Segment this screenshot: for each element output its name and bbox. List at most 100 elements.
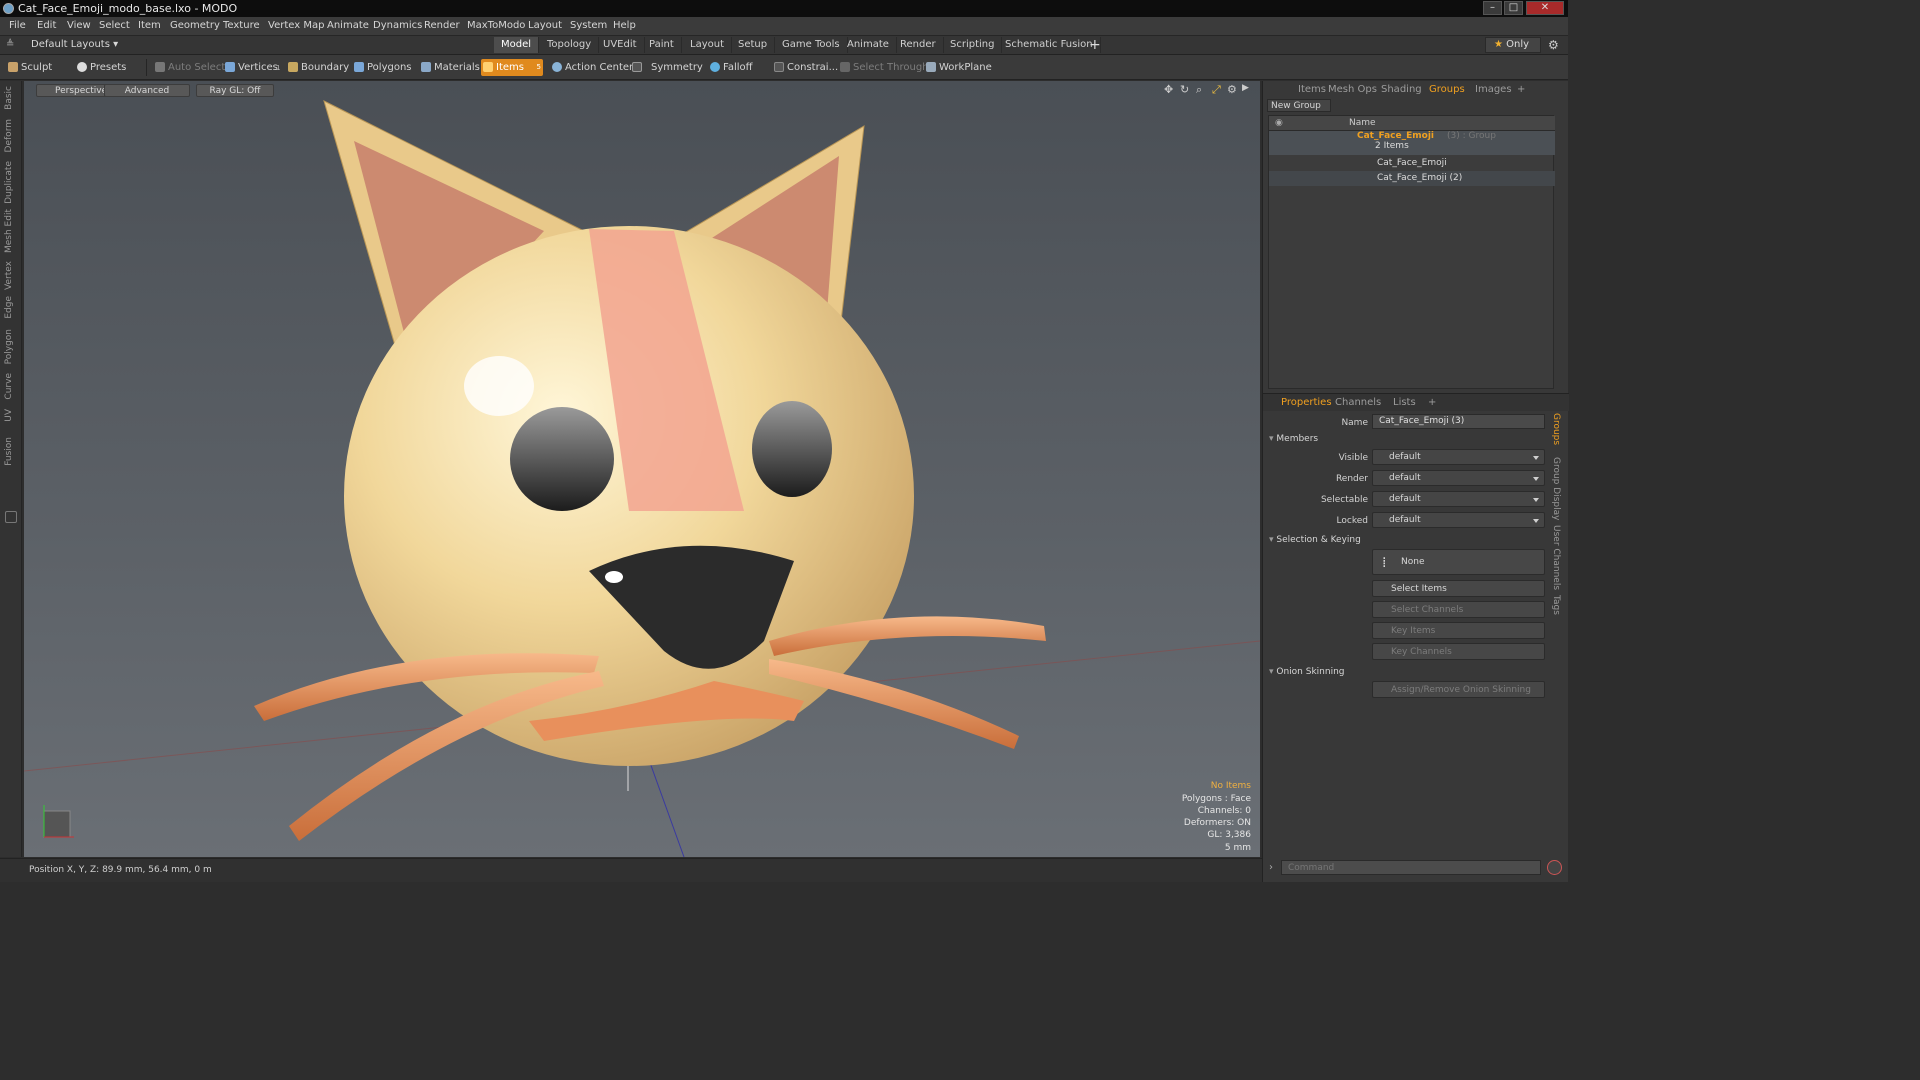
layout-pin-icon[interactable]: ≜ xyxy=(6,39,14,50)
select-items-button[interactable]: Select Items xyxy=(1372,580,1545,597)
tab-schematic-fusion[interactable]: Schematic Fusion xyxy=(998,37,1101,53)
auto-select-button[interactable]: Auto Select xyxy=(153,59,225,76)
add-layout-icon[interactable]: + xyxy=(1089,37,1101,53)
menu-animate[interactable]: Animate xyxy=(327,20,369,31)
tab-shading[interactable]: Shading xyxy=(1381,83,1422,97)
locked-dropdown[interactable]: default xyxy=(1372,512,1545,528)
tab-uvedit[interactable]: UVEdit xyxy=(596,37,645,53)
tab-groups[interactable]: Groups xyxy=(1429,83,1465,97)
move-view-icon[interactable]: ✥ xyxy=(1164,83,1173,96)
tab-paint[interactable]: Paint xyxy=(642,37,682,53)
add-tab-button[interactable]: + xyxy=(1517,83,1525,97)
tab-deform[interactable]: Deform xyxy=(4,119,14,152)
only-toggle[interactable]: ★ Only xyxy=(1485,37,1541,53)
items-mode-button[interactable]: Items 5 xyxy=(481,59,543,76)
menu-dynamics[interactable]: Dynamics xyxy=(373,20,422,31)
minimize-button[interactable]: – xyxy=(1483,1,1502,15)
tab-basic[interactable]: Basic xyxy=(4,86,14,110)
materials-mode-button[interactable]: Materials xyxy=(419,59,480,76)
key-channels-button[interactable]: Key Channels xyxy=(1372,643,1545,660)
add-props-tab-button[interactable]: + xyxy=(1428,396,1436,410)
gear-icon[interactable]: ⚙ xyxy=(1548,38,1559,52)
assign-onion-skinning-button[interactable]: Assign/Remove Onion Skinning xyxy=(1372,681,1545,698)
ray-gl-button[interactable]: Ray GL: Off xyxy=(196,84,274,97)
close-button[interactable]: ✕ xyxy=(1526,1,1564,15)
tab-setup[interactable]: Setup xyxy=(731,37,776,53)
default-layouts-dropdown[interactable]: Default Layouts ▾ xyxy=(31,39,118,50)
3d-viewport[interactable]: Perspective Advanced Ray GL: Off ✥ ↻ ⌕ ⤢… xyxy=(24,81,1260,857)
presets-button[interactable]: Presets xyxy=(75,59,126,76)
collapse-toolbar-button[interactable] xyxy=(5,511,17,523)
key-items-button[interactable]: Key Items xyxy=(1372,622,1545,639)
selection-keying-section[interactable]: Selection & Keying xyxy=(1269,535,1360,545)
constrain-button[interactable]: Constrai... xyxy=(772,59,838,76)
maximize-button[interactable]: □ xyxy=(1504,1,1523,15)
tab-mesh-edit[interactable]: Mesh Edit xyxy=(4,209,14,253)
symmetry-button[interactable]: Symmetry xyxy=(630,59,703,76)
name-field[interactable]: Cat_Face_Emoji (3) xyxy=(1372,414,1545,429)
render-dropdown[interactable]: default xyxy=(1372,470,1545,486)
boundary-mode-button[interactable]: Boundary xyxy=(286,59,349,76)
tab-properties[interactable]: Properties xyxy=(1281,396,1332,410)
tab-layout[interactable]: Layout xyxy=(683,37,732,53)
list-item[interactable]: Cat_Face_Emoji xyxy=(1269,156,1555,171)
tab-images[interactable]: Images xyxy=(1475,83,1512,97)
tab-duplicate[interactable]: Duplicate xyxy=(4,161,14,204)
tab-mesh-ops[interactable]: Mesh Ops xyxy=(1328,83,1377,97)
select-through-button[interactable]: Select Through xyxy=(838,59,929,76)
menu-edit[interactable]: Edit xyxy=(37,20,56,31)
group-row[interactable]: Cat_Face_Emoji (3) : Group 2 Items xyxy=(1269,131,1555,155)
menu-vertex-map[interactable]: Vertex Map xyxy=(268,20,324,31)
none-button[interactable]: ⁞ None xyxy=(1372,549,1545,575)
tab-edge[interactable]: Edge xyxy=(4,296,14,319)
tab-vertex[interactable]: Vertex xyxy=(4,261,14,290)
new-group-button[interactable]: New Group xyxy=(1267,99,1331,112)
visible-dropdown[interactable]: default xyxy=(1372,449,1545,465)
onion-skinning-section[interactable]: Onion Skinning xyxy=(1269,667,1344,677)
workplane-button[interactable]: WorkPlane xyxy=(924,59,992,76)
tab-curve[interactable]: Curve xyxy=(4,373,14,400)
tab-animate[interactable]: Animate xyxy=(840,37,897,53)
polygons-mode-button[interactable]: Polygons xyxy=(352,59,412,76)
viewport-settings-icon[interactable]: ⚙ xyxy=(1227,83,1237,96)
fit-view-icon[interactable]: ⤢ xyxy=(1212,83,1221,97)
menu-maxtomodo[interactable]: MaxToModo xyxy=(467,20,525,31)
members-section[interactable]: Members xyxy=(1269,434,1318,444)
tab-fusion[interactable]: Fusion xyxy=(4,437,14,466)
vertices-mode-button[interactable]: Vertices xyxy=(223,59,278,76)
tab-lists[interactable]: Lists xyxy=(1393,396,1416,410)
menu-layout[interactable]: Layout xyxy=(528,20,562,31)
tab-scripting[interactable]: Scripting xyxy=(943,37,1003,53)
menu-view[interactable]: View xyxy=(67,20,91,31)
menu-texture[interactable]: Texture xyxy=(223,20,260,31)
command-input[interactable] xyxy=(1281,860,1541,875)
command-history-button[interactable] xyxy=(1547,860,1562,875)
viewport-expand-icon[interactable]: ▶ xyxy=(1242,83,1249,93)
menu-render[interactable]: Render xyxy=(424,20,460,31)
shading-advanced-button[interactable]: Advanced xyxy=(104,84,190,97)
falloff-button[interactable]: Falloff xyxy=(708,59,753,76)
menu-geometry[interactable]: Geometry xyxy=(170,20,220,31)
side-tab-user-channels[interactable]: User Channels xyxy=(1551,525,1561,590)
tab-polygon[interactable]: Polygon xyxy=(4,329,14,364)
tab-topology[interactable]: Topology xyxy=(540,37,600,53)
tab-channels[interactable]: Channels xyxy=(1335,396,1381,410)
zoom-view-icon[interactable]: ⌕ xyxy=(1196,83,1202,97)
side-tab-group-display[interactable]: Group Display xyxy=(1551,457,1561,520)
sculpt-button[interactable]: Sculpt xyxy=(6,59,52,76)
tab-game-tools[interactable]: Game Tools xyxy=(775,37,848,53)
side-tab-tags[interactable]: Tags xyxy=(1551,595,1561,615)
tab-model[interactable]: Model xyxy=(494,37,540,53)
menu-file[interactable]: File xyxy=(9,20,26,31)
tab-items[interactable]: Items xyxy=(1298,83,1326,97)
menu-help[interactable]: Help xyxy=(613,20,636,31)
list-item[interactable]: Cat_Face_Emoji (2) xyxy=(1269,171,1555,186)
menu-select[interactable]: Select xyxy=(99,20,130,31)
rotate-view-icon[interactable]: ↻ xyxy=(1180,83,1189,96)
side-tab-groups[interactable]: Groups xyxy=(1551,413,1561,445)
menu-system[interactable]: System xyxy=(570,20,607,31)
selectable-dropdown[interactable]: default xyxy=(1372,491,1545,507)
action-center-button[interactable]: Action Center xyxy=(550,59,633,76)
tab-render[interactable]: Render xyxy=(893,37,944,53)
select-channels-button[interactable]: Select Channels xyxy=(1372,601,1545,618)
